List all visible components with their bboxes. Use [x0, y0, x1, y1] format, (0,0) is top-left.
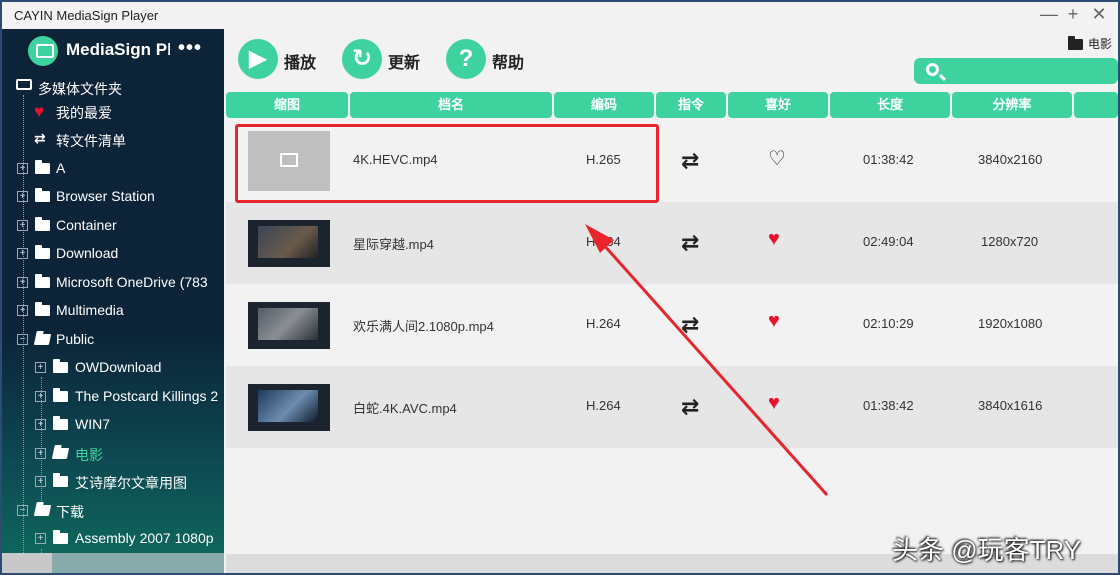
app-window: CAYIN MediaSign Player — + ✕ MediaSign P…: [0, 0, 1120, 575]
annotation-arrow: [585, 224, 829, 496]
watermark: 头条 @玩客TRY: [892, 535, 1082, 565]
